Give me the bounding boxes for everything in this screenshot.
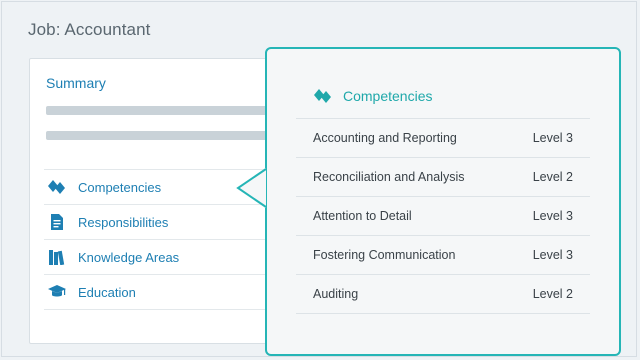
graduation-cap-icon — [47, 283, 67, 301]
placeholder-text-line — [46, 131, 276, 140]
placeholder-text-line — [46, 106, 276, 115]
popover-title: Competencies — [343, 88, 433, 104]
page-title: Job: Accountant — [28, 20, 151, 39]
nav-item-responsibilities[interactable]: Responsibilities — [44, 205, 294, 240]
competencies-icon — [47, 178, 67, 196]
competency-name: Auditing — [313, 287, 359, 301]
competency-level: Level 3 — [532, 131, 573, 145]
nav-label-education: Education — [78, 284, 136, 300]
competencies-icon — [313, 87, 333, 105]
nav-label-knowledge-areas: Knowledge Areas — [78, 249, 180, 265]
competencies-popover: Competencies Accounting and Reporting Le… — [265, 47, 621, 356]
nav-label-competencies: Competencies — [78, 179, 162, 195]
competency-level: Level 2 — [532, 170, 573, 184]
competency-name: Reconciliation and Analysis — [313, 170, 465, 184]
app-frame: Job: Accountant Summary Competencies Res… — [1, 1, 637, 357]
competency-name: Accounting and Reporting — [313, 131, 457, 145]
competency-level: Level 2 — [532, 287, 573, 301]
competency-level: Level 3 — [532, 248, 573, 262]
summary-title: Summary — [46, 75, 106, 91]
nav-item-education[interactable]: Education — [44, 275, 294, 310]
competency-name: Fostering Communication — [313, 248, 456, 262]
competency-row: Attention to Detail Level 3 — [296, 197, 590, 236]
competency-list: Accounting and Reporting Level 3 Reconci… — [296, 118, 590, 314]
books-icon — [47, 248, 67, 266]
document-icon — [47, 213, 67, 231]
competency-name: Attention to Detail — [313, 209, 412, 223]
competency-row: Accounting and Reporting Level 3 — [296, 119, 590, 158]
nav-item-knowledge-areas[interactable]: Knowledge Areas — [44, 240, 294, 275]
popover-arrow — [236, 168, 267, 208]
competency-row: Auditing Level 2 — [296, 275, 590, 314]
nav-label-responsibilities: Responsibilities — [78, 214, 169, 230]
popover-header: Competencies — [313, 87, 433, 105]
competency-row: Fostering Communication Level 3 — [296, 236, 590, 275]
competency-level: Level 3 — [532, 209, 573, 223]
competency-row: Reconciliation and Analysis Level 2 — [296, 158, 590, 197]
